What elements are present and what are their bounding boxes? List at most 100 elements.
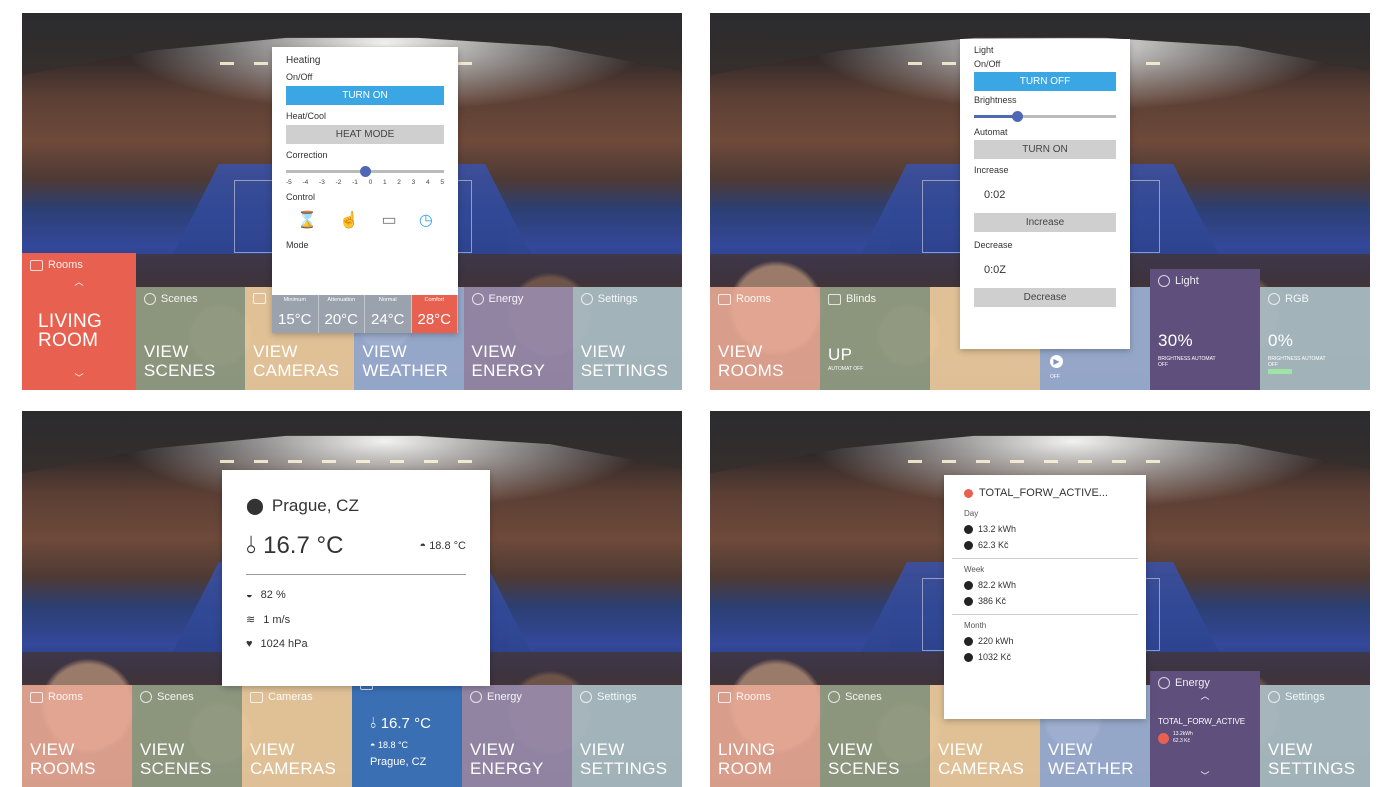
mode-label: Mode <box>286 240 309 250</box>
bulb-icon <box>1158 275 1170 287</box>
tile-cameras[interactable]: Cameras VIEW CAMERAS <box>242 685 352 787</box>
brightness-label: Brightness <box>974 95 1017 105</box>
correction-slider[interactable] <box>286 164 444 178</box>
tile-energy[interactable]: Energy VIEW ENERGY <box>462 685 572 787</box>
scale-tick: -4 <box>302 179 309 186</box>
heatcool-label: Heat/Cool <box>286 111 327 121</box>
chevron-down-icon[interactable]: ﹀ <box>1150 769 1260 782</box>
meter-icon <box>1158 732 1169 744</box>
play-icon[interactable]: ▶ <box>1050 355 1063 368</box>
tile-rgb-status: BRIGHTNESS AUTOMAT OFF <box>1268 356 1326 368</box>
tile-weather-location: Prague, CZ <box>370 756 427 768</box>
camera-icon <box>250 691 263 703</box>
tile-rooms-label: LIVING ROOM <box>718 740 776 778</box>
chevron-up-icon[interactable]: ︿ <box>30 275 128 288</box>
control-options: ⌛ ☝ ▭ ◷ <box>286 210 444 230</box>
tile-blinds[interactable]: Blinds UP AUTOMAT OFF <box>820 287 930 390</box>
gear-icon <box>580 691 592 703</box>
hand-icon[interactable]: ☝ <box>339 210 359 230</box>
tile-light[interactable]: Light 30% BRIGHTNESS AUTOMAT OFF <box>1150 269 1260 390</box>
cost-icon <box>964 652 973 662</box>
day-label: Day <box>964 509 979 518</box>
turn-off-button[interactable]: TURN OFF <box>974 72 1116 91</box>
light-popup: Light On/Off TURN OFF Brightness Automat… <box>960 39 1130 349</box>
tile-rooms-label: VIEW ROOMS <box>718 342 784 380</box>
mode-attenuation[interactable]: Attenuation 20°C <box>318 295 365 333</box>
chevron-down-icon[interactable]: ﹀ <box>22 371 136 384</box>
light-screen: Rooms VIEW ROOMS Blinds UP AUTOMAT OFF ▶… <box>710 13 1370 390</box>
energy-title: TOTAL_FORW_ACTIVE... <box>979 487 1108 499</box>
rooms-icon <box>30 259 43 271</box>
meter-icon <box>964 488 973 498</box>
tile-rooms[interactable]: Rooms VIEW ROOMS <box>22 685 132 787</box>
gear-icon <box>580 293 593 305</box>
sun-icon: ◓ <box>419 540 427 552</box>
weather-location-row: ⬤ Prague, CZ <box>246 496 466 516</box>
tile-rooms-label: VIEW ROOMS <box>30 740 96 778</box>
tile-scenes[interactable]: Scenes VIEW SCENES <box>820 685 930 787</box>
weather-location: Prague, CZ <box>271 496 359 515</box>
cost-icon <box>964 540 973 550</box>
scale-tick: -2 <box>335 179 342 186</box>
scale-tick: 3 <box>411 179 416 186</box>
rgb-color-swatch <box>1268 369 1292 374</box>
clock-icon[interactable]: ◷ <box>419 210 433 230</box>
tile-energy[interactable]: Energy VIEW ENERGY <box>463 287 573 390</box>
tile-settings[interactable]: Settings VIEW SETTINGS <box>572 287 682 390</box>
tile-rooms-label: LIVING ROOM <box>38 311 103 351</box>
weather-feels-like: ◓ 18.8 °C <box>419 540 466 552</box>
tile-settings[interactable]: Settings VIEW SETTINGS <box>572 685 682 787</box>
tile-rooms[interactable]: Rooms LIVING ROOM <box>710 685 820 787</box>
scenes-icon <box>143 293 156 305</box>
divider <box>952 614 1138 615</box>
control-label: Control <box>286 192 316 202</box>
heart-icon: ♥ <box>246 638 253 650</box>
tile-settings[interactable]: Settings VIEW SETTINGS <box>1260 685 1370 787</box>
tile-energy[interactable]: Energy ︿ TOTAL_FORW_ACTIVE 13.2kWh 62.3 K… <box>1150 671 1260 787</box>
automat-turn-on-button[interactable]: TURN ON <box>974 140 1116 159</box>
correction-scale: -5 -4 -3 -2 -1 0 1 2 3 4 5 <box>286 179 444 186</box>
energy-title-row: TOTAL_FORW_ACTIVE... <box>964 487 1126 499</box>
tile-energy-label: VIEW ENERGY <box>470 740 544 778</box>
mode-minimum[interactable]: Minimum 15°C <box>272 295 319 333</box>
mode-comfort[interactable]: Comfort 28°C <box>411 295 458 333</box>
decrease-button[interactable]: Decrease <box>974 288 1116 307</box>
month-cost-row: 1032 Kč <box>964 652 1126 662</box>
increase-value[interactable]: 0:02 <box>984 189 1116 201</box>
tile-weather[interactable]: ⫰ 16.7 °C ◓ 18.8 °C Prague, CZ <box>352 673 462 787</box>
tile-status: OFF <box>1050 374 1060 380</box>
tile-rooms[interactable]: Rooms ︿ LIVING ROOM ﹀ <box>22 253 136 390</box>
hourglass-icon[interactable]: ⌛ <box>297 210 317 230</box>
tile-weather-label: VIEW WEATHER <box>362 342 449 380</box>
slider-handle[interactable] <box>1011 111 1023 122</box>
slider-handle[interactable] <box>360 166 371 177</box>
scale-tick: 2 <box>397 179 401 186</box>
brightness-slider[interactable] <box>974 109 1116 123</box>
decrease-value[interactable]: 0:0Z <box>984 264 1116 276</box>
calendar-icon[interactable]: ▭ <box>382 210 397 230</box>
divider <box>246 574 466 575</box>
mode-selector: Minimum 15°C Attenuation 20°C Normal 24°C C… <box>272 295 458 333</box>
tile-scenes[interactable]: Scenes VIEW SCENES <box>132 685 242 787</box>
day-cost-row: 62.3 Kč <box>964 540 1126 550</box>
heat-mode-button[interactable]: HEAT MODE <box>286 125 444 144</box>
weather-temperature: ⫰ 16.7 °C <box>246 532 344 559</box>
gear-icon <box>1268 691 1280 703</box>
tile-rooms[interactable]: Rooms VIEW ROOMS <box>710 287 820 390</box>
mode-normal[interactable]: Normal 24°C <box>365 295 412 333</box>
divider <box>952 558 1138 559</box>
tile-blinds-value: UP <box>828 345 853 364</box>
scale-tick: -5 <box>286 179 292 186</box>
tile-rgb[interactable]: RGB 0% BRIGHTNESS AUTOMAT OFF <box>1260 287 1370 390</box>
heating-popup: Heating On/Off TURN ON Heat/Cool HEAT MO… <box>272 47 458 333</box>
month-kwh-row: 220 kWh <box>964 636 1126 646</box>
tile-scenes-label: VIEW SCENES <box>828 740 900 778</box>
week-label: Week <box>964 565 985 574</box>
turn-on-button[interactable]: TURN ON <box>286 86 444 105</box>
light-title: Light <box>974 45 994 55</box>
chevron-up-icon[interactable]: ︿ <box>1158 689 1252 702</box>
kwh-icon <box>964 580 973 590</box>
tile-scenes[interactable]: Scenes VIEW SCENES <box>135 287 246 390</box>
increase-button[interactable]: Increase <box>974 213 1116 232</box>
camera-icon <box>253 293 267 304</box>
